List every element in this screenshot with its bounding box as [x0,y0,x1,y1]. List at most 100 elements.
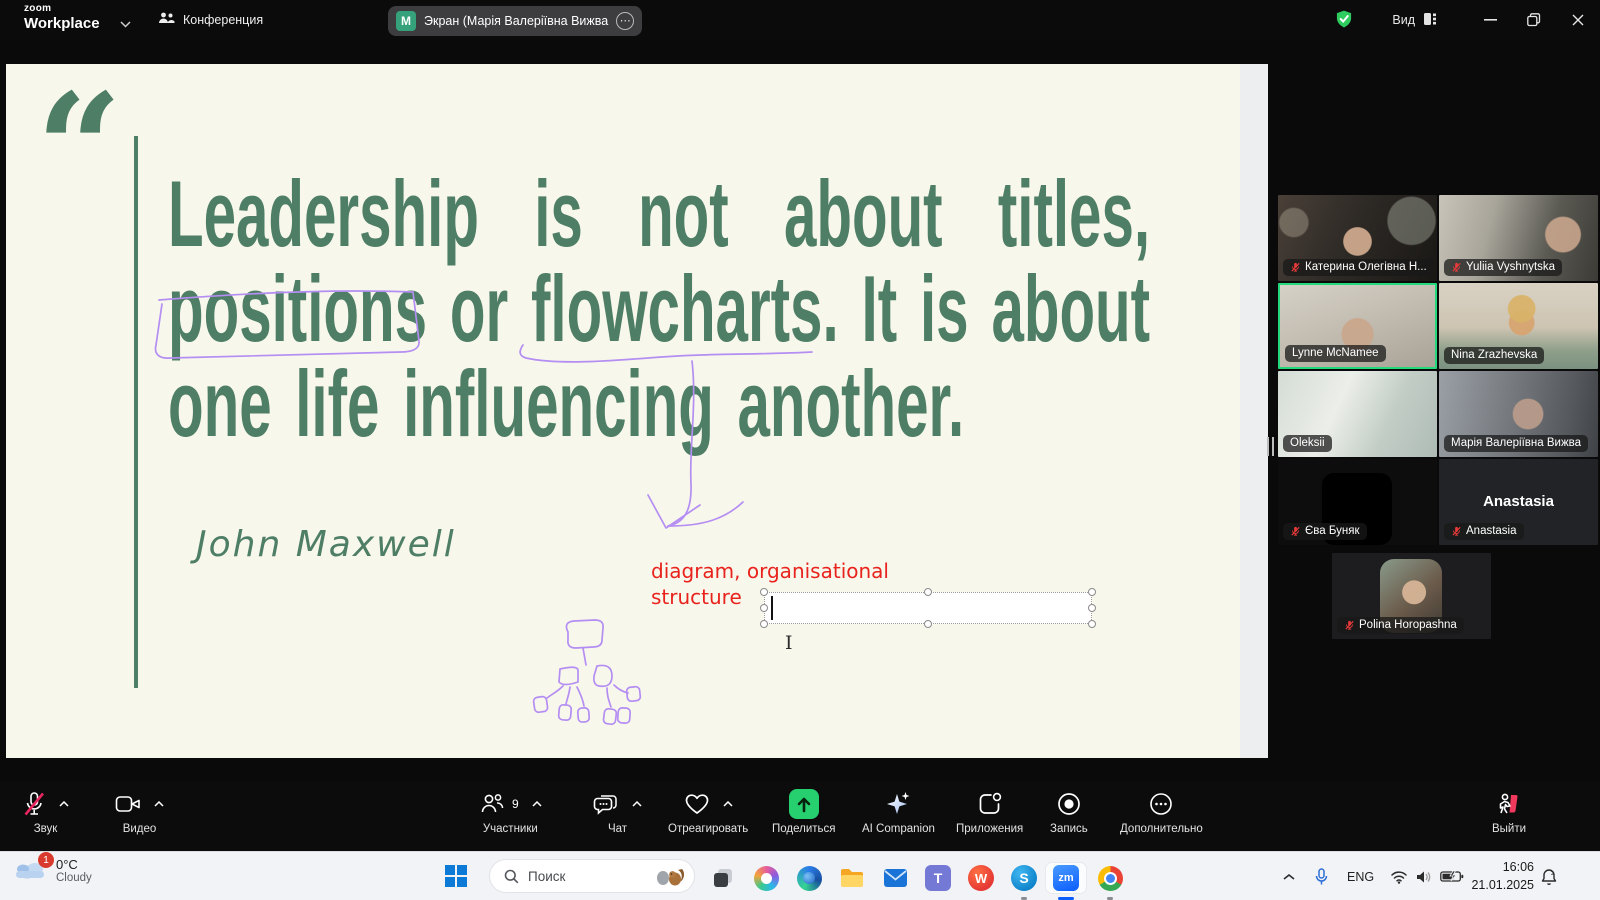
chat-button[interactable]: Чат [593,789,642,835]
tray-volume-icon[interactable] [1415,852,1432,900]
textbox-handle-top-left[interactable] [760,588,768,596]
audio-button[interactable]: Звук [22,789,69,835]
tab-meeting-label: Конференция [183,13,264,27]
task-view-icon[interactable] [705,863,741,893]
chevron-up-icon[interactable] [532,801,542,807]
participant-name: Lynne McNamee [1292,347,1379,359]
weather-widget[interactable]: 1 0°C Cloudy [14,852,92,885]
view-label[interactable]: Вид [1392,13,1415,27]
participant-name: Катерина Олегівна Н... [1305,261,1427,273]
layout-view-icon[interactable] [1423,12,1438,29]
shared-screen-edge [1240,64,1268,758]
quote-word: about [783,161,943,266]
tray-battery-icon[interactable] [1440,852,1464,900]
apps-button[interactable]: Приложения [956,789,1023,835]
search-icon [504,869,519,883]
textbox-handle-bottom-left[interactable] [760,620,768,628]
chevron-up-icon[interactable] [59,801,69,807]
ink-arrow-swoosh [668,501,744,527]
tray-microphone-icon[interactable] [1315,852,1328,900]
tab-shared-screen-label: Экран (Марія Валеріївна Вижва [424,14,609,28]
panel-resize-handle[interactable] [1267,437,1274,456]
quote-line-1: Leadership is not about titles, [168,161,1150,266]
participant-tile[interactable]: Марія Валеріївна Вижва [1439,371,1598,457]
security-shield-icon[interactable] [1334,9,1354,32]
video-button[interactable]: Видео [115,789,164,835]
participant-tile[interactable]: Катерина Олегівна Н... [1278,195,1437,281]
tray-chevron-up-icon[interactable] [1283,852,1295,900]
zoom-app-icon[interactable]: zm [1046,863,1086,900]
close-button[interactable] [1556,0,1600,40]
mic-muted-icon [1291,262,1300,272]
textbox-handle-bottom-center[interactable] [924,620,932,628]
more-button[interactable]: Дополнительно [1120,789,1203,835]
meeting-toolbar: Звук Видео 9 Участники Чат Отреагировать… [0,781,1600,851]
slide-accent-line [134,136,138,688]
textbox-handle-mid-left[interactable] [760,604,768,612]
restore-button[interactable] [1512,0,1556,40]
textbox-handle-mid-right[interactable] [1088,604,1096,612]
reactions-button[interactable]: Отреагировать [668,789,748,835]
quote-word: It [861,256,898,361]
search-highlight-squirrel-icon [657,869,685,886]
tab-meeting[interactable]: Конференция [158,8,263,32]
chevron-up-icon[interactable] [632,801,642,807]
participant-tile[interactable]: Polina Horopashna [1332,553,1491,639]
chevron-up-icon[interactable] [154,801,164,807]
mic-muted-icon [1345,620,1354,630]
tab-shared-screen[interactable]: M Экран (Марія Валеріївна Вижва ⋯ [388,6,643,36]
chat-icon [593,795,617,815]
participant-tile[interactable]: Anastasia Anastasia [1439,459,1598,545]
textbox-handle-top-center[interactable] [924,588,932,596]
participant-tile[interactable]: Yuliia Vyshnytska [1439,195,1598,281]
tray-language[interactable]: ENG [1347,852,1374,900]
share-screen-button[interactable]: Поделиться [772,789,836,835]
ai-sparkle-icon [887,792,910,814]
ink-orgchart-root [565,619,604,649]
participants-button[interactable]: 9 Участники [479,789,542,835]
search-placeholder: Поиск [528,868,566,884]
participant-tile[interactable]: Oleksii [1278,371,1437,457]
textbox-handle-top-right[interactable] [1088,588,1096,596]
teams-icon[interactable]: T [920,863,956,893]
copilot-icon[interactable] [748,863,784,893]
chevron-down-icon[interactable] [120,15,131,33]
quote-line-3: one life influencing another. [168,351,965,456]
tray-date: 21.01.2025 [1471,878,1534,893]
quote-word: is [534,161,583,266]
notification-badge: 1 [38,852,54,868]
file-explorer-icon[interactable] [834,863,870,893]
participant-name: Nina Zrazhevska [1451,349,1538,361]
weather-cloud-icon: 1 [14,852,54,885]
video-camera-icon [115,796,140,812]
chevron-up-icon[interactable] [723,801,733,807]
record-icon [1058,793,1080,815]
participant-name: Oleksii [1290,437,1325,449]
tab-more-icon[interactable]: ⋯ [616,12,635,30]
participant-tile[interactable]: Nina Zrazhevska [1439,283,1598,369]
leave-button[interactable]: Выйти [1492,789,1526,835]
quote-line-2: positions or flowcharts. It is about [168,256,1151,361]
tray-notifications-icon[interactable]: z [1540,852,1558,900]
participant-tile[interactable]: Єва Буняк [1278,459,1437,545]
quote-word: flowcharts. [531,256,839,361]
participant-tile-active-speaker[interactable]: Lynne McNamee [1278,283,1437,369]
chrome-icon[interactable] [1092,863,1128,900]
text-caret [771,596,773,620]
edge-browser-icon[interactable] [791,863,827,893]
record-button[interactable]: Запись [1050,789,1088,835]
mail-icon[interactable] [877,863,913,893]
wps-office-icon[interactable]: W [963,863,999,893]
tray-clock[interactable]: 16:06 21.01.2025 [1471,858,1534,894]
taskbar-search[interactable]: Поиск [489,859,695,893]
quote-word: about [991,256,1151,361]
skype-icon[interactable]: S [1006,863,1042,900]
minimize-button[interactable] [1468,0,1512,40]
tray-wifi-icon[interactable] [1390,852,1408,900]
participant-display-name: Anastasia [1483,493,1554,510]
zoom-workplace-window: zoom Workplace Конференция M Экран (Марі… [0,0,1600,900]
textbox-handle-bottom-right[interactable] [1088,620,1096,628]
start-button[interactable] [445,865,467,887]
ai-companion-button[interactable]: AI Companion [862,789,935,835]
brand-zoom: zoom [24,3,52,14]
